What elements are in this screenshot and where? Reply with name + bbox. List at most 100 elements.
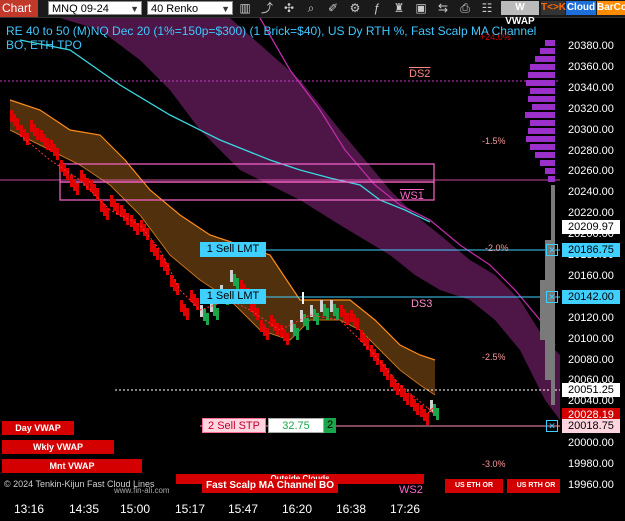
chart-panel[interactable]: RE 40 to 50 (M)NQ Dec 20 (1%=150p=$300) …	[0, 18, 565, 496]
cancel-order-2-icon[interactable]: ✕	[546, 291, 558, 303]
time-tick: 16:38	[336, 502, 367, 516]
bar-type-value: 40 Renko	[151, 3, 199, 15]
price-tick: 19960.00	[568, 478, 614, 491]
price-tick: 20120.00	[568, 311, 614, 324]
renko-brick-down	[260, 320, 263, 332]
price-tick: 20360.00	[568, 60, 614, 73]
renko-brick-down	[43, 134, 46, 146]
bar-type-dropdown[interactable]: 40 Renko ▼	[147, 1, 233, 15]
tk-button[interactable]: T<>K	[541, 1, 566, 15]
data-box-icon[interactable]: ▣	[413, 1, 429, 15]
renko-brick-up	[206, 313, 209, 325]
wkly-vwap-toggle[interactable]: Wkly VWAP	[2, 440, 114, 454]
renko-brick-down	[423, 409, 426, 421]
price-label-20018: 20018.75	[562, 419, 620, 433]
renko-brick-up	[303, 314, 306, 326]
renko-brick-down	[350, 310, 353, 322]
renko-brick-down	[373, 349, 376, 361]
renko-brick-down	[273, 319, 276, 331]
us-eth-or-toggle[interactable]: US ETH OR	[445, 479, 503, 493]
renko-brick-down	[390, 375, 393, 387]
crosshair-icon[interactable]: ✣	[281, 1, 297, 15]
renko-brick-down	[30, 120, 33, 132]
renko-brick-down	[53, 144, 56, 156]
renko-brick-down	[36, 128, 39, 140]
renko-brick-up	[313, 309, 316, 321]
renko-brick-up	[233, 274, 236, 286]
templates-icon[interactable]: ☷	[479, 1, 495, 15]
time-tick: 15:00	[120, 502, 151, 516]
renko-brick-down	[40, 130, 43, 142]
renko-brick-down	[133, 219, 136, 231]
chart-trader-icon[interactable]: ⇆	[435, 1, 451, 15]
renko-brick-down	[386, 368, 389, 380]
screenshot-icon[interactable]: ⎙	[457, 1, 473, 15]
renko-brick-down	[103, 204, 106, 216]
renko-brick-up	[333, 304, 336, 316]
renko-brick-down	[396, 383, 399, 395]
day-vwap-toggle[interactable]: Day VWAP	[2, 421, 74, 435]
price-tick: 20160.00	[568, 269, 614, 282]
pct-label-1-5: -1.5%	[482, 136, 506, 146]
us-rth-or-toggle[interactable]: US RTH OR	[507, 479, 565, 493]
renko-brick-down	[353, 314, 356, 326]
pct-label-2-0: -2.0%	[485, 243, 509, 253]
barcolor-button[interactable]: BarCo	[597, 1, 625, 15]
price-tick: 20100.00	[568, 332, 614, 345]
renko-brick-down	[410, 395, 413, 407]
stp-qty-box[interactable]: 2	[324, 418, 336, 433]
renko-brick-down	[33, 124, 36, 136]
price-label-20186: 20186.75	[562, 243, 620, 257]
symbol-dropdown[interactable]: MNQ 09-24 ▼	[48, 1, 142, 15]
cancel-stop-icon[interactable]: ✕	[546, 420, 558, 432]
sell-lmt-2-order[interactable]: 1 Sell LMT	[200, 289, 266, 304]
pct-label-2-5: -2.5%	[482, 352, 506, 362]
price-tick: 20260.00	[568, 165, 614, 178]
cloud-button[interactable]: Cloud	[566, 1, 596, 15]
renko-brick-down	[403, 389, 406, 401]
renko-brick-down	[343, 309, 346, 321]
renko-brick-down	[176, 283, 179, 295]
price-tick: 20300.00	[568, 123, 614, 136]
sell-lmt-1-order[interactable]: 1 Sell LMT	[200, 242, 266, 257]
renko-brick-up	[216, 308, 219, 320]
renko-brick-down	[426, 413, 429, 425]
price-label-20142: 20142.00	[562, 290, 620, 304]
sell-stp-order[interactable]: 2 Sell STP	[202, 418, 266, 433]
renko-brick-down	[23, 129, 26, 141]
renko-brick-down	[186, 308, 189, 320]
chart-properties-icon[interactable]: ⚙	[347, 1, 363, 15]
time-tick: 16:20	[282, 502, 313, 516]
renko-brick-down	[346, 313, 349, 325]
indicators-icon[interactable]: ƒ	[369, 1, 385, 15]
w-vwap-button[interactable]: W VWAP	[501, 1, 539, 27]
renko-brick-up	[330, 300, 333, 312]
renko-brick-down	[393, 379, 396, 391]
chart-tab[interactable]: Chart	[0, 0, 38, 17]
renko-brick-up	[316, 313, 319, 325]
fast-scalp-toggle[interactable]: Fast Scalp MA Channel BO	[202, 479, 338, 493]
chevron-down-icon: ▼	[221, 4, 230, 14]
time-tick: 17:26	[390, 502, 421, 516]
renko-brick-down	[153, 244, 156, 256]
renko-brick-down	[80, 170, 83, 182]
bar-chart-icon[interactable]: ▥	[237, 1, 253, 15]
strategies-icon[interactable]: ♜	[391, 1, 407, 15]
cancel-order-1-icon[interactable]: ✕	[546, 244, 558, 256]
renko-brick-down	[13, 114, 16, 126]
renko-brick-down	[76, 183, 79, 195]
stp-pnl-box: 32.75	[268, 418, 324, 433]
pointer-icon[interactable]: ⤴	[259, 1, 275, 15]
chart-title: RE 40 to 50 (M)NQ Dec 20 (1%=150p=$300) …	[6, 24, 537, 52]
time-tick: 13:16	[14, 502, 45, 516]
drawing-tools-icon[interactable]: ✐	[325, 1, 341, 15]
renko-brick-down	[183, 304, 186, 316]
ws2-label: WS2	[399, 484, 423, 496]
zoom-in-icon[interactable]: ⌕	[303, 1, 319, 15]
mnt-vwap-toggle[interactable]: Mnt VWAP	[2, 459, 142, 473]
price-tick: 20240.00	[568, 186, 614, 199]
price-axis[interactable]: 20380.00 20360.00 20340.00 20320.00 20300.00…	[560, 18, 625, 496]
renko-brick-down	[356, 318, 359, 330]
renko-brick-down	[70, 175, 73, 187]
time-axis[interactable]: 13:16 14:35 15:00 15:17 15:47 16:20 16:3…	[0, 496, 560, 521]
